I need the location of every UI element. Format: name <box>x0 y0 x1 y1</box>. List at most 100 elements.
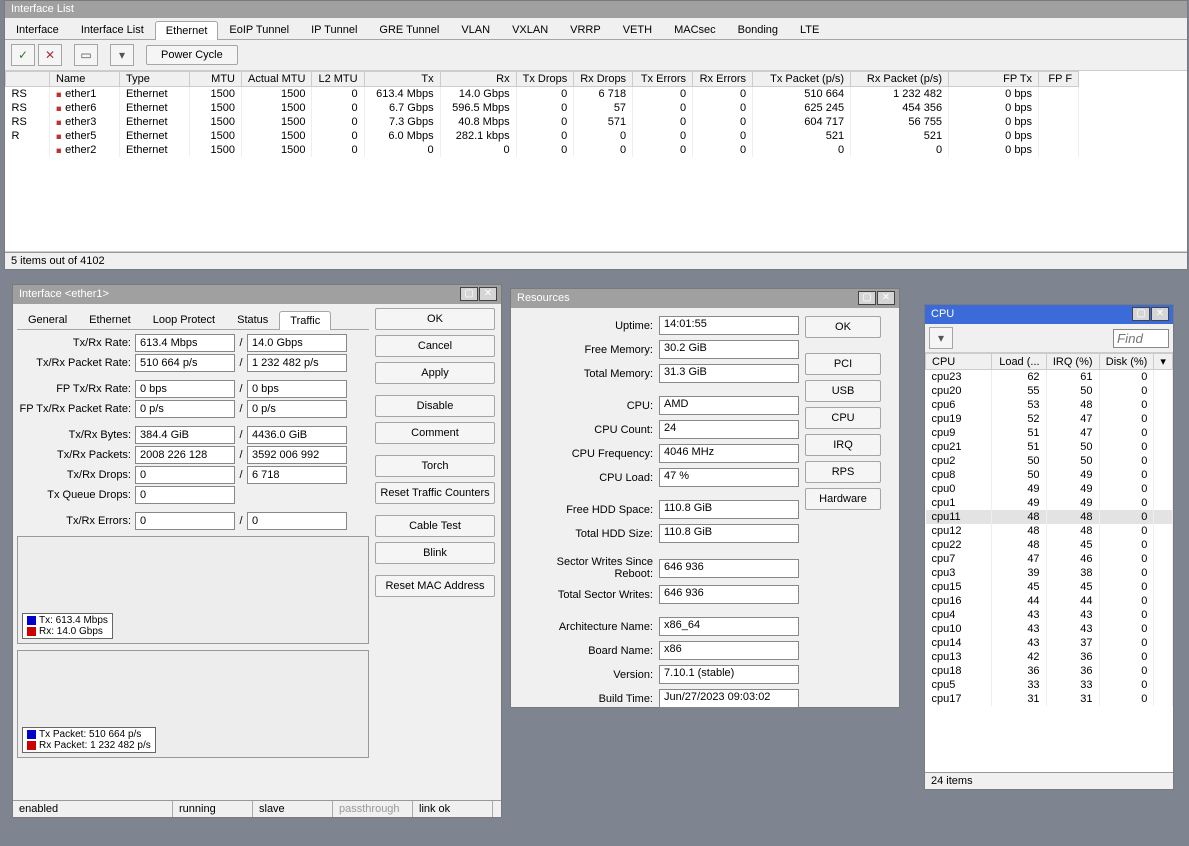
interface-list-titlebar[interactable]: Interface List <box>5 1 1187 18</box>
tab-loop-protect[interactable]: Loop Protect <box>142 310 226 329</box>
table-row[interactable]: RS◆ether3Ethernet1500150007.3 Gbps40.8 M… <box>6 115 1079 129</box>
close-icon[interactable]: ✕ <box>877 291 895 305</box>
torch-button[interactable]: Torch <box>375 455 495 477</box>
table-row[interactable]: R ◆ether5Ethernet1500150006.0 Mbps282.1 … <box>6 129 1079 143</box>
table-row[interactable]: cpu533330 <box>926 678 1173 692</box>
notes-icon[interactable]: ▭ <box>74 44 98 66</box>
column-header[interactable]: Load (... <box>992 354 1046 370</box>
dropdown-icon[interactable]: ▾ <box>1154 354 1173 370</box>
tab-traffic[interactable]: Traffic <box>279 311 331 330</box>
table-row[interactable]: cpu2248450 <box>926 538 1173 552</box>
hardware-button[interactable]: Hardware <box>805 488 881 510</box>
funnel-icon[interactable]: ▾ <box>929 327 953 349</box>
tab-gre-tunnel[interactable]: GRE Tunnel <box>368 20 450 39</box>
table-row[interactable]: cpu2151500 <box>926 440 1173 454</box>
cancel-button[interactable]: Cancel <box>375 335 495 357</box>
cable-test-button[interactable]: Cable Test <box>375 515 495 537</box>
table-row[interactable]: cpu951470 <box>926 426 1173 440</box>
table-row[interactable]: cpu1644440 <box>926 594 1173 608</box>
x-icon[interactable]: ✕ <box>38 44 62 66</box>
table-row[interactable]: cpu443430 <box>926 608 1173 622</box>
table-row[interactable]: cpu339380 <box>926 566 1173 580</box>
minimize-icon[interactable]: ▢ <box>460 287 478 301</box>
reset-mac-address-button[interactable]: Reset MAC Address <box>375 575 495 597</box>
table-row[interactable]: cpu850490 <box>926 468 1173 482</box>
table-row[interactable]: RS◆ether6Ethernet1500150006.7 Gbps596.5 … <box>6 101 1079 115</box>
tab-interface[interactable]: Interface <box>5 20 70 39</box>
cpu-button[interactable]: CPU <box>805 407 881 429</box>
column-header[interactable]: Name <box>50 72 120 87</box>
apply-button[interactable]: Apply <box>375 362 495 384</box>
close-icon[interactable]: ✕ <box>1151 307 1169 321</box>
comment-button[interactable]: Comment <box>375 422 495 444</box>
tab-ethernet[interactable]: Ethernet <box>78 310 142 329</box>
blink-button[interactable]: Blink <box>375 542 495 564</box>
table-row[interactable]: cpu1731310 <box>926 692 1173 706</box>
table-row[interactable]: cpu1043430 <box>926 622 1173 636</box>
tab-vlan[interactable]: VLAN <box>450 20 501 39</box>
tab-vxlan[interactable]: VXLAN <box>501 20 559 39</box>
funnel-icon[interactable]: ▾ <box>110 44 134 66</box>
table-row[interactable]: cpu1342360 <box>926 650 1173 664</box>
column-header[interactable] <box>6 72 50 87</box>
table-row[interactable]: cpu149490 <box>926 496 1173 510</box>
column-header[interactable]: Rx <box>440 72 516 87</box>
tab-ip-tunnel[interactable]: IP Tunnel <box>300 20 368 39</box>
table-row[interactable]: cpu2362610 <box>926 370 1173 385</box>
column-header[interactable]: Type <box>120 72 190 87</box>
table-row[interactable]: cpu2055500 <box>926 384 1173 398</box>
column-header[interactable]: Tx <box>364 72 440 87</box>
table-row[interactable]: cpu1545450 <box>926 580 1173 594</box>
find-input[interactable] <box>1113 329 1169 348</box>
table-row[interactable]: cpu1148480 <box>926 510 1173 524</box>
cpu-titlebar[interactable]: CPU ▢ ✕ <box>925 305 1173 324</box>
table-row[interactable]: cpu250500 <box>926 454 1173 468</box>
table-row[interactable]: RS◆ether1Ethernet150015000613.4 Mbps14.0… <box>6 87 1079 102</box>
reset-traffic-counters-button[interactable]: Reset Traffic Counters <box>375 482 495 504</box>
resources-titlebar[interactable]: Resources ▢ ✕ <box>511 289 899 308</box>
tab-ethernet[interactable]: Ethernet <box>155 21 219 40</box>
column-header[interactable]: L2 MTU <box>312 72 364 87</box>
table-row[interactable]: cpu1836360 <box>926 664 1173 678</box>
check-icon[interactable]: ✓ <box>11 44 35 66</box>
irq-button[interactable]: IRQ <box>805 434 881 456</box>
pci-button[interactable]: PCI <box>805 353 881 375</box>
column-header[interactable]: Tx Drops <box>516 72 574 87</box>
column-header[interactable]: FP F <box>1039 72 1079 87</box>
column-header[interactable]: Actual MTU <box>242 72 312 87</box>
tab-veth[interactable]: VETH <box>612 20 663 39</box>
column-header[interactable]: Disk (%) <box>1099 354 1154 370</box>
column-header[interactable]: Tx Packet (p/s) <box>753 72 851 87</box>
tab-vrrp[interactable]: VRRP <box>559 20 612 39</box>
tab-macsec[interactable]: MACsec <box>663 20 727 39</box>
disable-button[interactable]: Disable <box>375 395 495 417</box>
table-row[interactable]: cpu653480 <box>926 398 1173 412</box>
column-header[interactable]: MTU <box>190 72 242 87</box>
minimize-icon[interactable]: ▢ <box>858 291 876 305</box>
table-row[interactable]: cpu1952470 <box>926 412 1173 426</box>
table-row[interactable]: ◆ether2Ethernet150015000000000000 bps <box>6 143 1079 157</box>
column-header[interactable]: Rx Packet (p/s) <box>851 72 949 87</box>
column-header[interactable]: FP Tx <box>949 72 1039 87</box>
table-row[interactable]: cpu049490 <box>926 482 1173 496</box>
close-icon[interactable]: ✕ <box>479 287 497 301</box>
column-header[interactable]: CPU <box>926 354 992 370</box>
tab-eoip-tunnel[interactable]: EoIP Tunnel <box>218 20 300 39</box>
minimize-icon[interactable]: ▢ <box>1132 307 1150 321</box>
column-header[interactable]: Rx Errors <box>693 72 753 87</box>
column-header[interactable]: IRQ (%) <box>1046 354 1099 370</box>
column-header[interactable]: Tx Errors <box>633 72 693 87</box>
ok-button[interactable]: OK <box>805 316 881 338</box>
tab-interface-list[interactable]: Interface List <box>70 20 155 39</box>
ok-button[interactable]: OK <box>375 308 495 330</box>
tab-status[interactable]: Status <box>226 310 279 329</box>
power-cycle-button[interactable]: Power Cycle <box>146 45 238 65</box>
table-row[interactable]: cpu1248480 <box>926 524 1173 538</box>
tab-bonding[interactable]: Bonding <box>727 20 789 39</box>
usb-button[interactable]: USB <box>805 380 881 402</box>
table-row[interactable]: cpu1443370 <box>926 636 1173 650</box>
interface-table[interactable]: NameTypeMTUActual MTUL2 MTUTxRxTx DropsR… <box>5 71 1187 252</box>
rps-button[interactable]: RPS <box>805 461 881 483</box>
tab-lte[interactable]: LTE <box>789 20 830 39</box>
tab-general[interactable]: General <box>17 310 78 329</box>
